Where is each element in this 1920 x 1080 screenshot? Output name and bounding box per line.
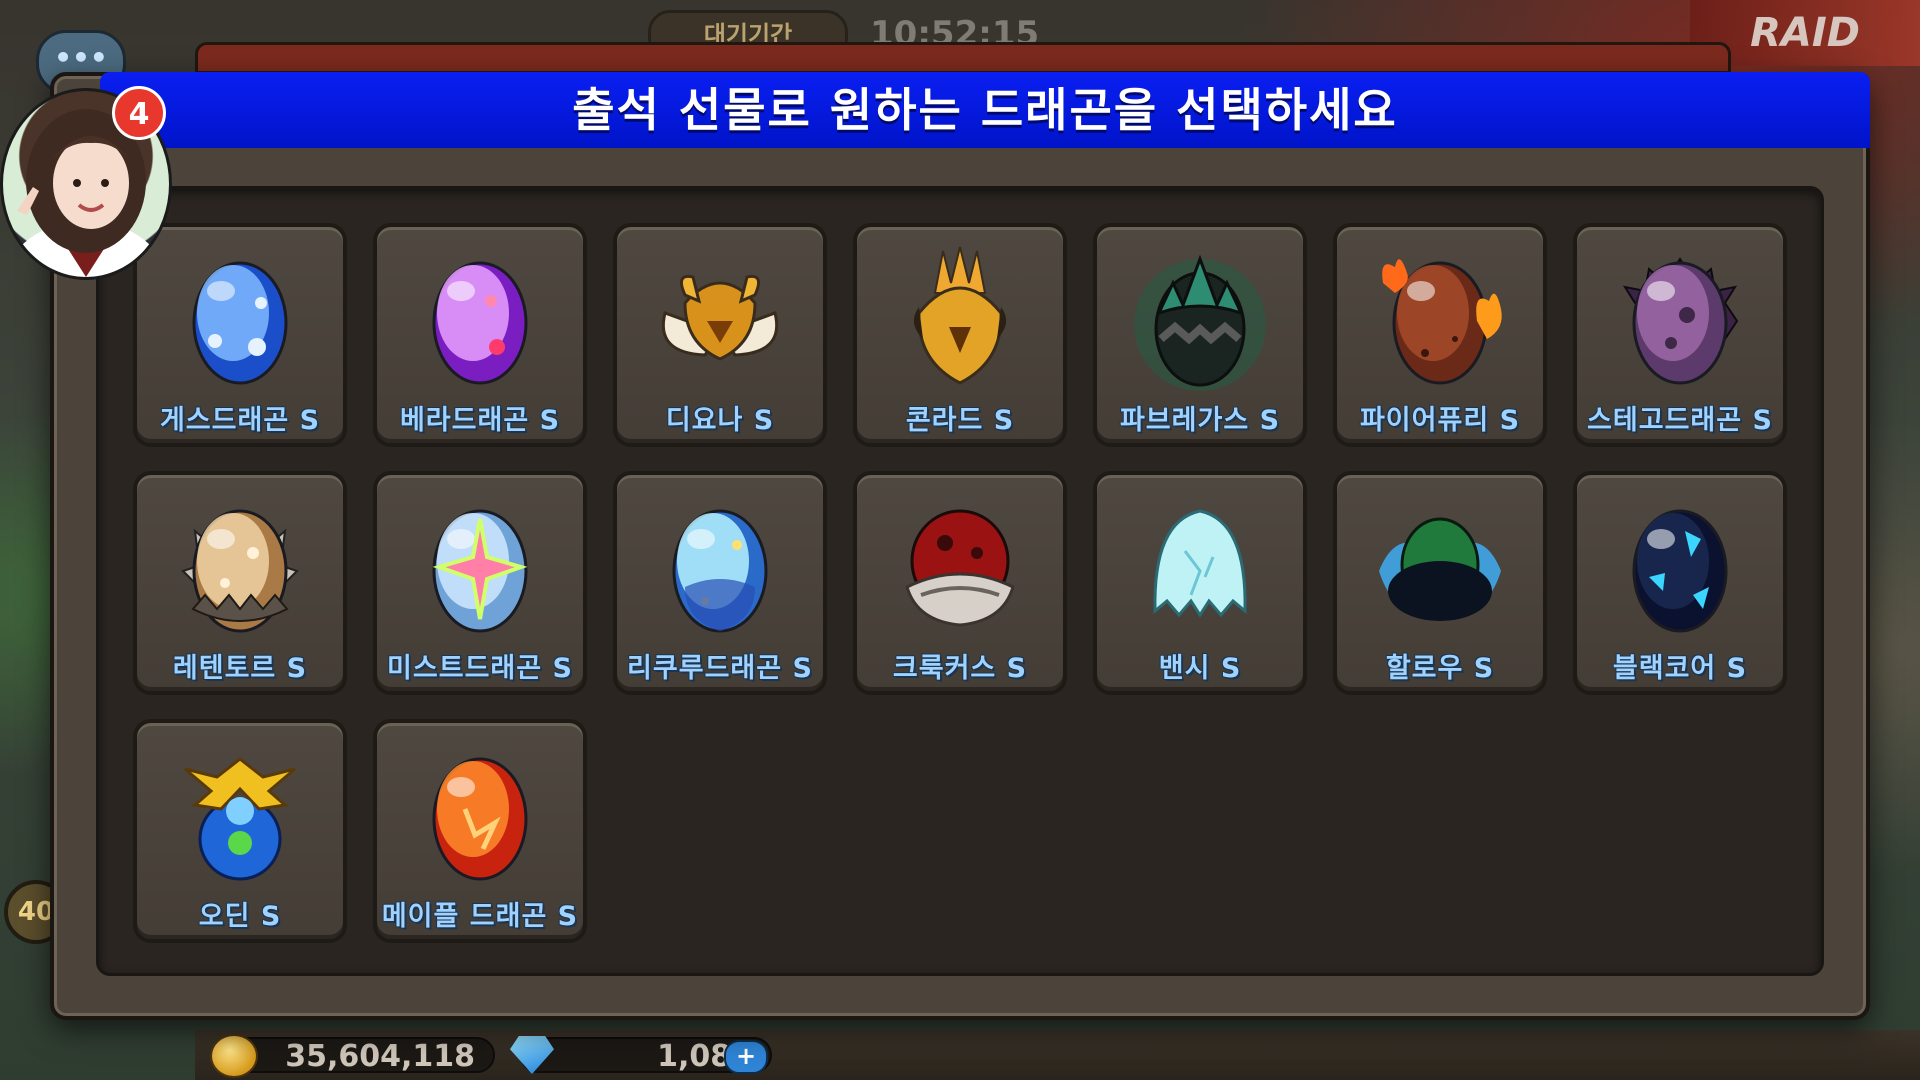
dragon-card[interactable]: 크룩커스 S	[853, 471, 1067, 695]
dragon-label: 크룩커스 S	[892, 653, 1028, 684]
dragon-label: 할로우 S	[1385, 653, 1495, 684]
dragon-card[interactable]: 레텐토르 S	[133, 471, 347, 695]
dragon-label: 베라드래곤 S	[399, 405, 561, 436]
hollow-egg-icon	[1365, 491, 1515, 641]
dragon-card[interactable]: 게스드래곤 S	[133, 223, 347, 447]
winged-gold-helm-icon	[645, 243, 795, 393]
dragon-card[interactable]: 콘라드 S	[853, 223, 1067, 447]
dragon-label: 콘라드 S	[905, 405, 1015, 436]
dragon-card[interactable]: 밴시 S	[1093, 471, 1307, 695]
blue-egg-icon	[165, 243, 315, 393]
dragon-label: 파이어퓨리 S	[1359, 405, 1521, 436]
odin-helm-icon	[165, 739, 315, 889]
blackcore-egg-icon	[1605, 491, 1755, 641]
maple-egg-icon	[405, 739, 555, 889]
dragon-card[interactable]: 블랙코어 S	[1573, 471, 1787, 695]
dragon-card[interactable]: 디요나 S	[613, 223, 827, 447]
dragon-label: 오딘 S	[198, 901, 282, 932]
dragon-label: 리쿠루드래곤 S	[627, 653, 813, 684]
dragon-label: 디요나 S	[665, 405, 775, 436]
dragon-label: 밴시 S	[1158, 653, 1242, 684]
stego-egg-icon	[1605, 243, 1755, 393]
dragon-card[interactable]: 할로우 S	[1333, 471, 1547, 695]
dragon-card[interactable]: 미스트드래곤 S	[373, 471, 587, 695]
dragon-label: 게스드래곤 S	[159, 405, 321, 436]
notification-badge: 4	[112, 86, 166, 140]
dragon-label: 스테고드래곤 S	[1587, 405, 1773, 436]
dragon-card[interactable]: 오딘 S	[133, 719, 347, 943]
gold-coin-icon	[210, 1034, 258, 1078]
mist-egg-icon	[405, 491, 555, 641]
dragon-card[interactable]: 파브레가스 S	[1093, 223, 1307, 447]
dragon-card[interactable]: 파이어퓨리 S	[1333, 223, 1547, 447]
tan-spiked-egg-icon	[165, 491, 315, 641]
dragon-label: 미스트드래곤 S	[387, 653, 573, 684]
dragon-label: 메이플 드래곤 S	[381, 901, 579, 932]
background-banner	[195, 42, 1731, 74]
purple-egg-icon	[405, 243, 555, 393]
flaming-gold-helm-icon	[885, 243, 1035, 393]
dragon-label: 레텐토르 S	[172, 653, 308, 684]
add-gems-button: +	[724, 1040, 768, 1074]
modal-title: 출석 선물로 원하는 드래곤을 선택하세요	[100, 72, 1870, 148]
dragon-grid-panel: 게스드래곤 S 베라드래곤 S 디요나 S 콘라드 S 파브레가스 S 파이어퓨…	[96, 186, 1824, 976]
red-winged-egg-icon	[885, 491, 1035, 641]
ghost-egg-icon	[1125, 491, 1275, 641]
dragon-card[interactable]: 스테고드래곤 S	[1573, 223, 1787, 447]
fire-egg-icon	[1365, 243, 1515, 393]
green-spiked-egg-icon	[1125, 243, 1275, 393]
dragon-label: 블랙코어 S	[1612, 653, 1748, 684]
aqua-egg-icon	[645, 491, 795, 641]
dragon-label: 파브레가스 S	[1119, 405, 1281, 436]
dragon-card[interactable]: 베라드래곤 S	[373, 223, 587, 447]
dragon-card[interactable]: 리쿠루드래곤 S	[613, 471, 827, 695]
dragon-card[interactable]: 메이플 드래곤 S	[373, 719, 587, 943]
